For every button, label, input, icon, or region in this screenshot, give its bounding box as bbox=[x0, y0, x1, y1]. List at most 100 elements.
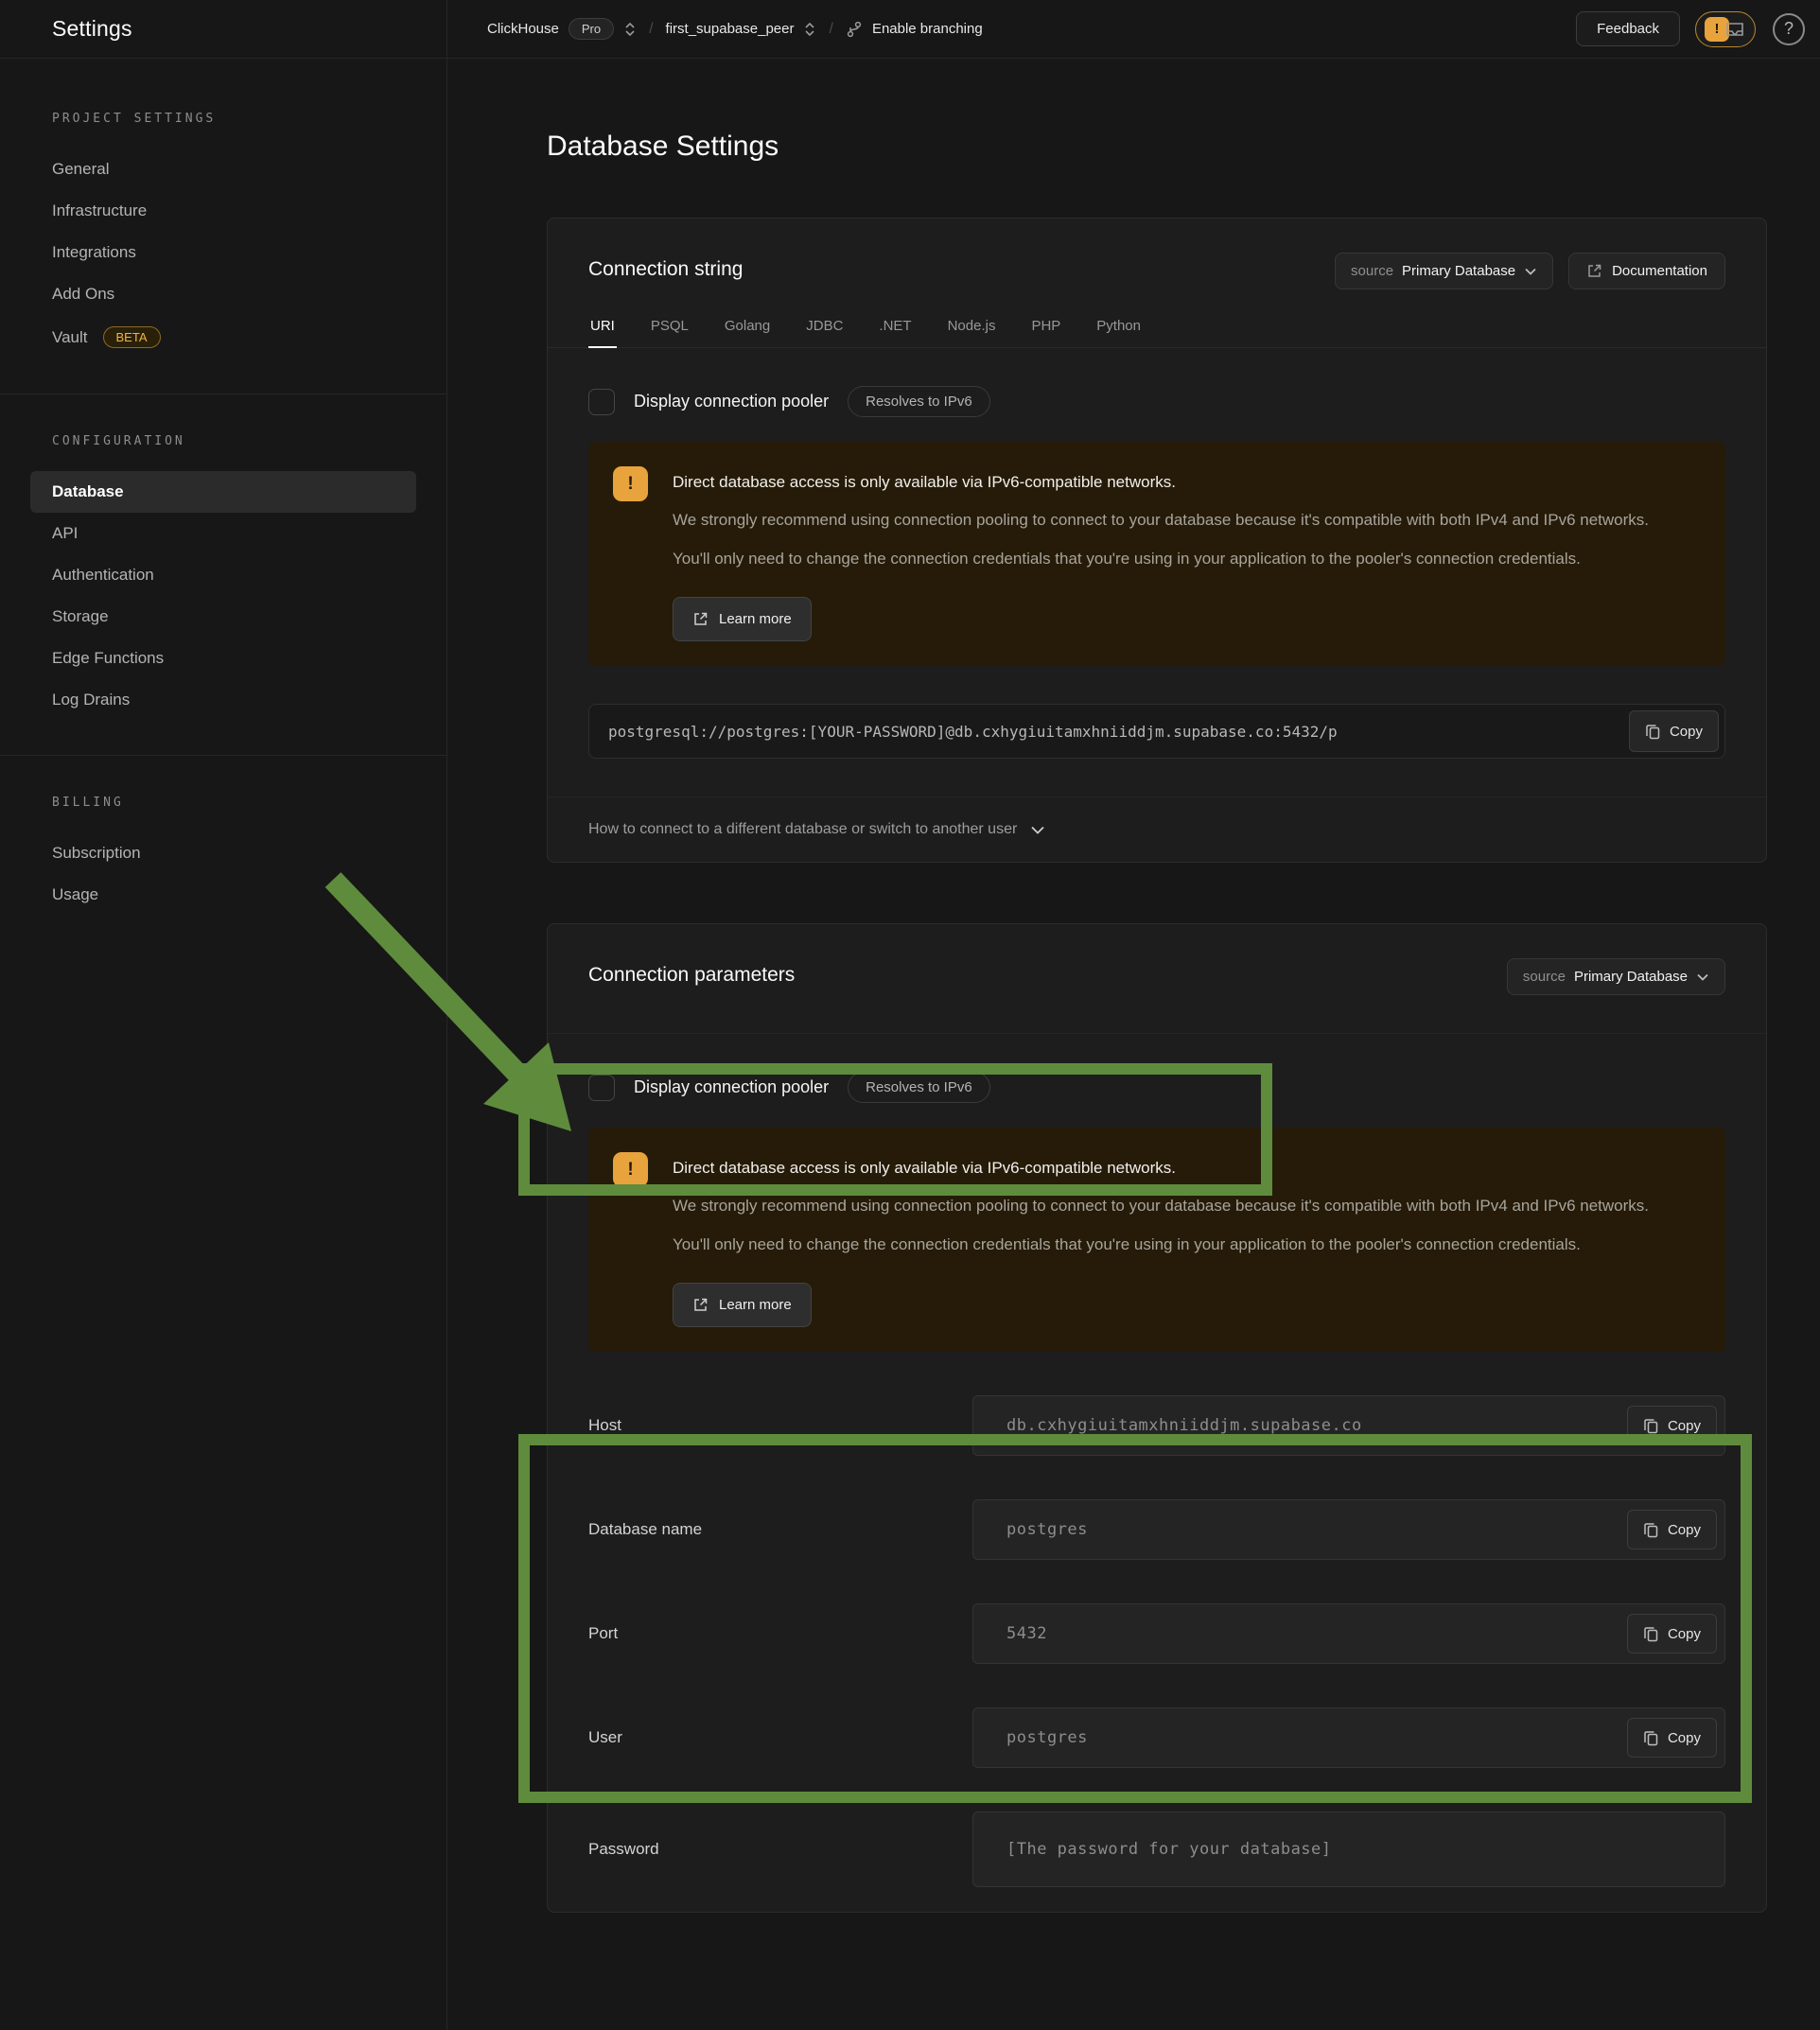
external-link-icon bbox=[692, 1297, 709, 1313]
app-window: Settings ClickHouse Pro / first_supabase… bbox=[0, 0, 1820, 2030]
sidebar-item-vault[interactable]: Vault BETA bbox=[30, 315, 416, 359]
sidebar-item-add-ons[interactable]: Add Ons bbox=[30, 273, 416, 315]
help-icon[interactable]: ? bbox=[1773, 13, 1805, 45]
sidebar-item-storage[interactable]: Storage bbox=[30, 596, 416, 638]
sidebar-item-edge-functions[interactable]: Edge Functions bbox=[30, 638, 416, 679]
tab-jdbc[interactable]: JDBC bbox=[804, 312, 845, 348]
copy-label: Copy bbox=[1668, 1522, 1701, 1538]
ipv6-warning-callout: ! Direct database access is only availab… bbox=[588, 1128, 1725, 1352]
sidebar-item-label: API bbox=[52, 524, 78, 543]
copy-label: Copy bbox=[1670, 724, 1703, 740]
copy-host-button[interactable]: Copy bbox=[1627, 1406, 1717, 1445]
password-field[interactable]: [The password for your database] bbox=[972, 1811, 1725, 1887]
plan-badge: Pro bbox=[569, 18, 614, 40]
chevron-down-icon bbox=[1696, 972, 1709, 982]
breadcrumb-project[interactable]: first_supabase_peer bbox=[666, 21, 817, 38]
chevrons-updown-icon[interactable] bbox=[803, 21, 816, 38]
source-label: source bbox=[1351, 263, 1393, 279]
sidebar-item-label: Subscription bbox=[52, 844, 141, 863]
tab-uri[interactable]: URI bbox=[588, 312, 617, 348]
tab-python[interactable]: Python bbox=[1094, 312, 1143, 348]
breadcrumb-org[interactable]: ClickHouse Pro bbox=[487, 18, 637, 40]
sidebar-item-subscription[interactable]: Subscription bbox=[30, 832, 416, 874]
documentation-label: Documentation bbox=[1612, 263, 1707, 279]
section-heading: CONFIGURATION bbox=[30, 434, 416, 448]
enable-branching-label: Enable branching bbox=[872, 21, 983, 37]
breadcrumb-separator: / bbox=[829, 21, 832, 38]
display-connection-pooler-checkbox[interactable] bbox=[588, 389, 615, 415]
port-field[interactable]: 5432 Copy bbox=[972, 1603, 1725, 1664]
sidebar-section-project-settings: PROJECT SETTINGS General Infrastructure … bbox=[0, 112, 446, 394]
connection-type-tabs: URI PSQL Golang JDBC .NET Node.js PHP Py… bbox=[548, 312, 1766, 348]
sidebar-item-label: Log Drains bbox=[52, 691, 130, 709]
sidebar-item-label: Authentication bbox=[52, 566, 154, 585]
sidebar-item-authentication[interactable]: Authentication bbox=[30, 554, 416, 596]
beta-badge: BETA bbox=[103, 326, 161, 348]
tab-psql[interactable]: PSQL bbox=[649, 312, 691, 348]
database-name-field[interactable]: postgres Copy bbox=[972, 1499, 1725, 1560]
tab-dotnet[interactable]: .NET bbox=[877, 312, 913, 348]
sidebar-item-label: Usage bbox=[52, 885, 98, 904]
header-actions: Feedback ! ? bbox=[1576, 0, 1820, 58]
display-connection-pooler-checkbox[interactable] bbox=[588, 1075, 615, 1101]
connection-parameters-title: Connection parameters bbox=[588, 958, 795, 987]
learn-more-button[interactable]: Learn more bbox=[673, 1283, 812, 1327]
tab-php[interactable]: PHP bbox=[1029, 312, 1062, 348]
database-name-label: Database name bbox=[588, 1520, 972, 1539]
copy-label: Copy bbox=[1668, 1626, 1701, 1642]
host-label: Host bbox=[588, 1416, 972, 1435]
documentation-button[interactable]: Documentation bbox=[1568, 253, 1725, 289]
user-field[interactable]: postgres Copy bbox=[972, 1707, 1725, 1768]
learn-more-button[interactable]: Learn more bbox=[673, 597, 812, 641]
page-title: Settings bbox=[52, 16, 132, 42]
sidebar-item-log-drains[interactable]: Log Drains bbox=[30, 679, 416, 721]
sidebar-item-usage[interactable]: Usage bbox=[30, 874, 416, 916]
warning-title: Direct database access is only available… bbox=[673, 1152, 1656, 1178]
external-link-icon bbox=[1586, 263, 1602, 279]
org-name: ClickHouse bbox=[487, 21, 559, 37]
database-name-value: postgres bbox=[1006, 1520, 1088, 1539]
enable-branching-button[interactable]: Enable branching bbox=[846, 20, 983, 39]
copy-user-button[interactable]: Copy bbox=[1627, 1718, 1717, 1758]
param-row-user: User postgres Copy bbox=[588, 1707, 1725, 1768]
resolves-ipv6-badge: Resolves to IPv6 bbox=[848, 386, 990, 417]
notifications-button[interactable]: ! bbox=[1695, 11, 1756, 47]
sidebar-item-general[interactable]: General bbox=[30, 149, 416, 190]
param-row-database-name: Database name postgres Copy bbox=[588, 1499, 1725, 1560]
sidebar-item-infrastructure[interactable]: Infrastructure bbox=[30, 190, 416, 232]
header-title-area: Settings bbox=[0, 0, 447, 58]
copy-port-button[interactable]: Copy bbox=[1627, 1614, 1717, 1654]
chevrons-updown-icon[interactable] bbox=[623, 21, 637, 38]
host-field[interactable]: db.cxhygiuitamxhniiddjm.supabase.co Copy bbox=[972, 1395, 1725, 1456]
tab-golang[interactable]: Golang bbox=[723, 312, 772, 348]
sidebar-item-label: Vault bbox=[52, 328, 88, 347]
external-link-icon bbox=[692, 611, 709, 627]
copy-database-name-button[interactable]: Copy bbox=[1627, 1510, 1717, 1549]
copy-icon bbox=[1643, 1729, 1659, 1747]
copy-uri-button[interactable]: Copy bbox=[1629, 710, 1719, 752]
warning-body: We strongly recommend using connection p… bbox=[673, 1186, 1656, 1264]
port-label: Port bbox=[588, 1624, 972, 1643]
sidebar-item-label: Integrations bbox=[52, 243, 136, 262]
connection-uri-field[interactable]: postgresql://postgres:[YOUR-PASSWORD]@db… bbox=[588, 704, 1725, 759]
connect-different-database-expander[interactable]: How to connect to a different database o… bbox=[548, 796, 1766, 862]
sidebar-item-api[interactable]: API bbox=[30, 513, 416, 554]
copy-icon bbox=[1643, 1625, 1659, 1643]
source-label: source bbox=[1523, 969, 1566, 985]
tab-nodejs[interactable]: Node.js bbox=[946, 312, 998, 348]
feedback-button[interactable]: Feedback bbox=[1576, 11, 1680, 46]
source-select[interactable]: source Primary Database bbox=[1507, 958, 1725, 995]
project-name: first_supabase_peer bbox=[666, 21, 795, 37]
chevron-down-icon bbox=[1524, 267, 1537, 276]
sidebar-item-integrations[interactable]: Integrations bbox=[30, 232, 416, 273]
port-value: 5432 bbox=[1006, 1624, 1047, 1643]
chevron-down-icon bbox=[1030, 825, 1045, 835]
password-label: Password bbox=[588, 1840, 972, 1859]
source-select[interactable]: source Primary Database bbox=[1335, 253, 1553, 289]
breadcrumb: ClickHouse Pro / first_supabase_peer / E… bbox=[447, 0, 1576, 58]
warning-icon: ! bbox=[613, 1152, 648, 1187]
sidebar-item-database[interactable]: Database bbox=[30, 471, 416, 513]
copy-icon bbox=[1643, 1417, 1659, 1435]
warning-icon: ! bbox=[613, 466, 648, 501]
sidebar-section-configuration: CONFIGURATION Database API Authenticatio… bbox=[0, 394, 446, 755]
